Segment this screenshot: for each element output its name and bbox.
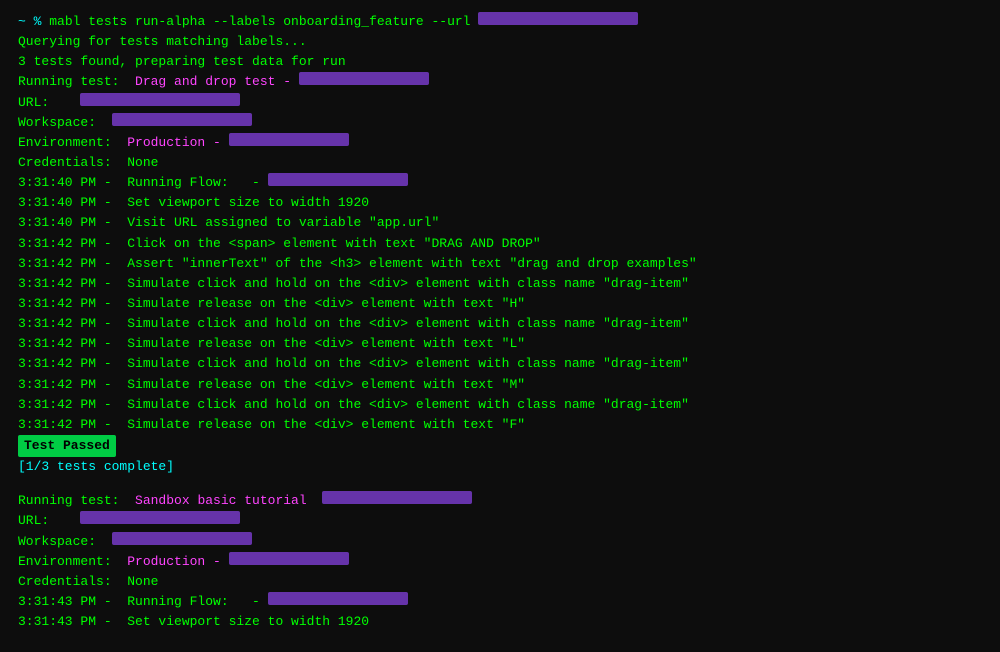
time-flow-1: 3:31:40 PM - Running Flow: -: [18, 173, 268, 193]
redacted-workspace1: [112, 113, 252, 126]
test-name-2: Sandbox basic tutorial: [135, 491, 322, 511]
time-release-3: 3:31:42 PM - Simulate release on the <di…: [18, 375, 525, 395]
url-label-2: URL:: [18, 511, 80, 531]
redacted-env2: [229, 552, 349, 565]
click-1-line: 3:31:42 PM - Click on the <span> element…: [18, 234, 982, 254]
time-click-1: 3:31:42 PM - Click on the <span> element…: [18, 234, 541, 254]
viewport-2-line: 3:31:43 PM - Set viewport size to width …: [18, 612, 982, 632]
env-2-line: Environment: Production -: [18, 552, 982, 572]
time-release-4: 3:31:42 PM - Simulate release on the <di…: [18, 415, 525, 435]
time-release-1: 3:31:42 PM - Simulate release on the <di…: [18, 294, 525, 314]
workspace-2-line: Workspace:: [18, 532, 982, 552]
sim-3-line: 3:31:42 PM - Simulate click and hold on …: [18, 354, 982, 374]
test-name-1: Drag and drop test -: [135, 72, 299, 92]
redacted-url1: [80, 93, 240, 106]
url-2-line: URL:: [18, 511, 982, 531]
time-sim-3: 3:31:42 PM - Simulate click and hold on …: [18, 354, 689, 374]
command-text: mabl tests run-alpha --labels onboarding…: [49, 12, 478, 32]
flow-1-line: 3:31:40 PM - Running Flow: -: [18, 173, 982, 193]
terminal-window: ~ % mabl tests run-alpha --labels onboar…: [0, 0, 1000, 652]
command-line: ~ % mabl tests run-alpha --labels onboar…: [18, 12, 982, 32]
env-1-line: Environment: Production -: [18, 133, 982, 153]
running-test-1-line: Running test: Drag and drop test -: [18, 72, 982, 92]
sim-1-line: 3:31:42 PM - Simulate click and hold on …: [18, 274, 982, 294]
progress-line: [1/3 tests complete]: [18, 457, 982, 477]
release-2-line: 3:31:42 PM - Simulate release on the <di…: [18, 334, 982, 354]
time-release-2: 3:31:42 PM - Simulate release on the <di…: [18, 334, 525, 354]
sim-4-line: 3:31:42 PM - Simulate click and hold on …: [18, 395, 982, 415]
time-visit-1: 3:31:40 PM - Visit URL assigned to varia…: [18, 213, 439, 233]
creds-label-1: Credentials: None: [18, 153, 158, 173]
querying-line: Querying for tests matching labels...: [18, 32, 982, 52]
prompt: ~ %: [18, 12, 49, 32]
release-4-line: 3:31:42 PM - Simulate release on the <di…: [18, 415, 982, 435]
viewport-1-line: 3:31:40 PM - Set viewport size to width …: [18, 193, 982, 213]
time-flow-2: 3:31:43 PM - Running Flow: -: [18, 592, 268, 612]
redacted-cmd-url: [478, 12, 638, 25]
assert-1-line: 3:31:42 PM - Assert "innerText" of the <…: [18, 254, 982, 274]
env-value-2: Production -: [127, 552, 228, 572]
visit-1-line: 3:31:40 PM - Visit URL assigned to varia…: [18, 213, 982, 233]
sim-2-line: 3:31:42 PM - Simulate click and hold on …: [18, 314, 982, 334]
creds-1-line: Credentials: None: [18, 153, 982, 173]
redacted-flow1: [268, 173, 408, 186]
creds-2-line: Credentials: None: [18, 572, 982, 592]
env-value-1: Production -: [127, 133, 228, 153]
time-sim-2: 3:31:42 PM - Simulate click and hold on …: [18, 314, 689, 334]
time-sim-1: 3:31:42 PM - Simulate click and hold on …: [18, 274, 689, 294]
workspace-label-1: Workspace:: [18, 113, 112, 133]
redacted-test1: [299, 72, 429, 85]
found-line: 3 tests found, preparing test data for r…: [18, 52, 982, 72]
creds-label-2: Credentials: None: [18, 572, 158, 592]
env-label-2: Environment:: [18, 552, 127, 572]
querying-text: Querying for tests matching labels...: [18, 32, 307, 52]
time-assert-1: 3:31:42 PM - Assert "innerText" of the <…: [18, 254, 697, 274]
release-3-line: 3:31:42 PM - Simulate release on the <di…: [18, 375, 982, 395]
progress-text: [1/3 tests complete]: [18, 457, 174, 477]
running-label-2: Running test:: [18, 491, 135, 511]
spacer: [18, 477, 982, 491]
found-text: 3 tests found, preparing test data for r…: [18, 52, 346, 72]
release-1-line: 3:31:42 PM - Simulate release on the <di…: [18, 294, 982, 314]
redacted-env1: [229, 133, 349, 146]
env-label-1: Environment:: [18, 133, 127, 153]
redacted-url2: [80, 511, 240, 524]
time-sim-4: 3:31:42 PM - Simulate click and hold on …: [18, 395, 689, 415]
running-test-2-line: Running test: Sandbox basic tutorial: [18, 491, 982, 511]
workspace-label-2: Workspace:: [18, 532, 112, 552]
redacted-workspace2: [112, 532, 252, 545]
test-passed-badge: Test Passed: [18, 435, 116, 457]
redacted-test2: [322, 491, 472, 504]
url-label-1: URL:: [18, 93, 80, 113]
flow-2-line: 3:31:43 PM - Running Flow: -: [18, 592, 982, 612]
test-passed-line: Test Passed: [18, 435, 982, 457]
time-viewport-2: 3:31:43 PM - Set viewport size to width …: [18, 612, 369, 632]
redacted-flow2: [268, 592, 408, 605]
url-1-line: URL:: [18, 93, 982, 113]
workspace-1-line: Workspace:: [18, 113, 982, 133]
time-viewport-1: 3:31:40 PM - Set viewport size to width …: [18, 193, 369, 213]
running-label-1: Running test:: [18, 72, 135, 92]
